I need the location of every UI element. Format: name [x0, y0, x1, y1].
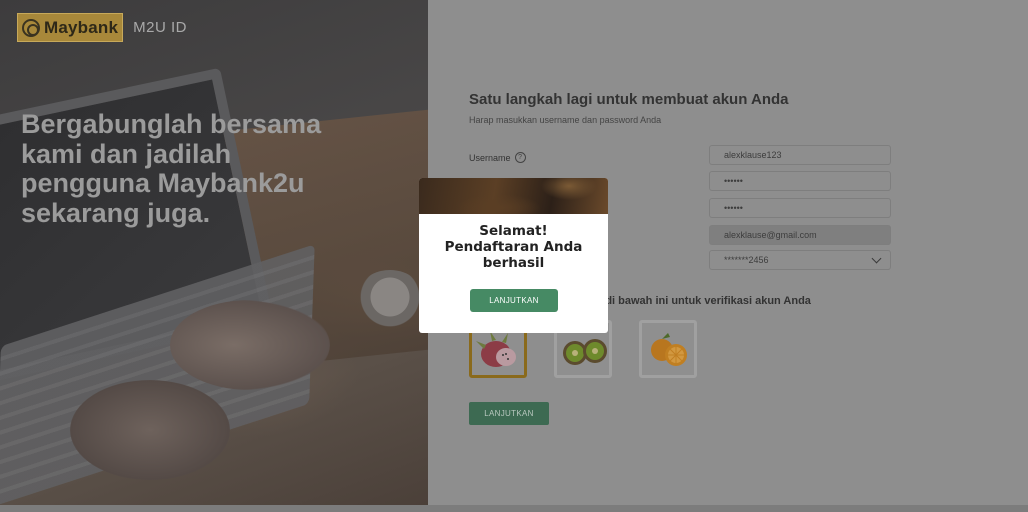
- username-label: Username ?: [469, 152, 526, 163]
- logo-text: Maybank: [44, 17, 119, 37]
- fruit-option-orange[interactable]: [639, 320, 697, 378]
- username-field[interactable]: alexklause123: [709, 145, 891, 165]
- product-name: M2U ID: [133, 19, 187, 36]
- success-modal: Selamat! Pendaftaran Anda berhasil LANJU…: [419, 178, 608, 333]
- modal-banner-image: [419, 178, 608, 214]
- verify-instructions: r di bawah ini untuk verifikasi akun And…: [598, 295, 811, 307]
- modal-line-3: berhasil: [482, 255, 545, 271]
- username-label-text: Username: [469, 152, 511, 163]
- password-field[interactable]: ••••••: [709, 171, 891, 191]
- hero-headline: Bergabunglah bersama kami dan jadilah pe…: [21, 109, 322, 228]
- email-field: alexklause@gmail.com: [709, 225, 891, 245]
- chevron-down-icon: [871, 253, 882, 264]
- account-select[interactable]: *******2456: [709, 250, 891, 270]
- form-title: Satu langkah lagi untuk membuat akun And…: [469, 91, 789, 108]
- modal-line-1: Selamat!: [479, 223, 548, 239]
- modal-message: Selamat! Pendaftaran Anda berhasil: [419, 223, 608, 271]
- confirm-password-field[interactable]: ••••••: [709, 198, 891, 218]
- maybank-logo: Maybank: [17, 13, 124, 42]
- hero-panel: Maybank M2U ID Bergabunglah bersama kami…: [0, 0, 428, 505]
- modal-continue-button[interactable]: LANJUTKAN: [470, 289, 558, 312]
- hero-hand: [70, 380, 230, 480]
- bottom-strip: [0, 505, 1028, 512]
- modal-line-2: Pendaftaran Anda: [444, 239, 583, 255]
- help-icon[interactable]: ?: [514, 152, 526, 163]
- account-select-value: *******2456: [724, 255, 769, 265]
- orange-icon: [651, 333, 687, 366]
- hero-hand: [170, 300, 330, 390]
- brand-logo[interactable]: Maybank M2U ID: [17, 13, 187, 42]
- continue-button[interactable]: LANJUTKAN: [469, 402, 549, 425]
- hero-cup: [355, 270, 425, 330]
- form-subtitle: Harap masukkan username dan password And…: [469, 115, 662, 125]
- tiger-icon: [22, 18, 40, 37]
